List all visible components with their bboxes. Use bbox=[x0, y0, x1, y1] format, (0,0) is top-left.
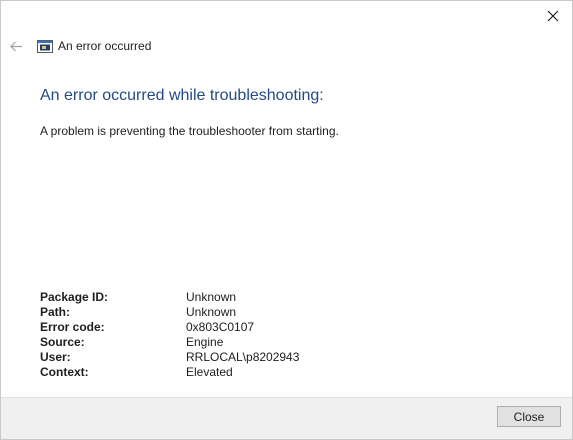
detail-row-context: Context: Elevated bbox=[40, 365, 299, 380]
back-arrow-icon bbox=[9, 41, 22, 51]
detail-value: 0x803C0107 bbox=[186, 320, 255, 334]
detail-label: Context: bbox=[40, 365, 89, 379]
detail-value: Unknown bbox=[186, 305, 237, 319]
detail-label: Source: bbox=[40, 335, 85, 349]
detail-label: User: bbox=[40, 350, 71, 364]
close-button[interactable]: Close bbox=[497, 406, 561, 427]
close-icon bbox=[547, 10, 559, 22]
page-heading: An error occurred while troubleshooting: bbox=[40, 87, 324, 104]
troubleshooter-window: An error occurred An error occurred whil… bbox=[0, 0, 573, 440]
detail-value: Engine bbox=[186, 335, 224, 349]
detail-value: RRLOCAL\p8202943 bbox=[186, 350, 300, 364]
title-bar: An error occurred bbox=[9, 37, 151, 55]
detail-label: Path: bbox=[40, 305, 70, 319]
detail-value: Elevated bbox=[186, 365, 233, 379]
detail-row-package-id: Package ID: Unknown bbox=[40, 290, 299, 305]
window-close-button[interactable] bbox=[542, 5, 564, 27]
detail-value: Unknown bbox=[186, 290, 237, 304]
troubleshooter-icon bbox=[37, 39, 53, 53]
detail-row-error-code: Error code: 0x803C0107 bbox=[40, 320, 299, 335]
back-button[interactable] bbox=[9, 39, 23, 53]
detail-label: Error code: bbox=[40, 320, 105, 334]
dialog-footer: Close bbox=[1, 397, 572, 439]
detail-label: Package ID: bbox=[40, 290, 109, 304]
detail-row-user: User: RRLOCAL\p8202943 bbox=[40, 350, 299, 365]
window-title: An error occurred bbox=[58, 39, 152, 53]
error-details: Package ID: Unknown Path: Unknown Error … bbox=[40, 290, 299, 380]
error-description: A problem is preventing the troubleshoot… bbox=[40, 124, 339, 138]
detail-row-source: Source: Engine bbox=[40, 335, 299, 350]
detail-row-path: Path: Unknown bbox=[40, 305, 299, 320]
